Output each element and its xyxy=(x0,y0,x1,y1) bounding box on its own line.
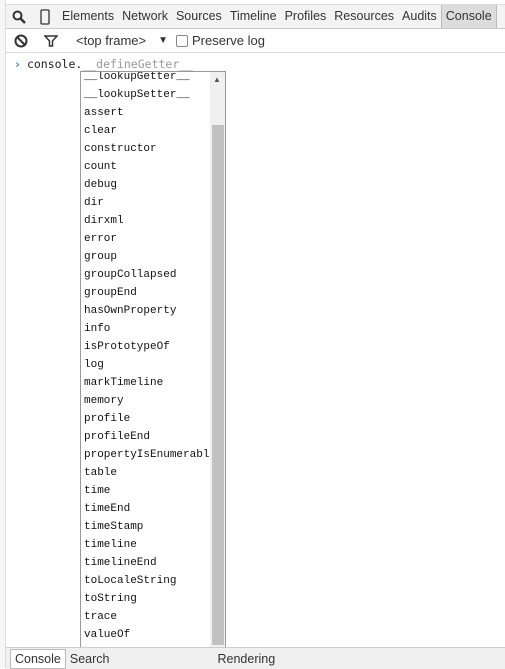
left-edge xyxy=(0,0,6,668)
autocomplete-item[interactable]: assert xyxy=(81,104,225,122)
autocomplete-item[interactable]: debug xyxy=(81,176,225,194)
console-input[interactable]: console. xyxy=(27,57,82,71)
device-mode-icon[interactable] xyxy=(32,8,58,25)
tab-resources[interactable]: Resources xyxy=(330,5,398,28)
autocomplete-suggestion: __defineGetter__ xyxy=(82,57,194,71)
tab-profiles[interactable]: Profiles xyxy=(281,5,331,28)
autocomplete-item[interactable]: groupCollapsed xyxy=(81,266,225,284)
autocomplete-item[interactable]: error xyxy=(81,230,225,248)
autocomplete-item[interactable]: timeline xyxy=(81,536,225,554)
autocomplete-item[interactable]: timelineEnd xyxy=(81,554,225,572)
tab-network[interactable]: Network xyxy=(118,5,172,28)
autocomplete-item[interactable]: __lookupSetter__ xyxy=(81,86,225,104)
scrollbar[interactable]: ▲ ▼ xyxy=(210,72,225,661)
autocomplete-item[interactable]: group xyxy=(81,248,225,266)
tab-elements[interactable]: Elements xyxy=(58,5,118,28)
scroll-up-icon[interactable]: ▲ xyxy=(213,75,221,84)
prompt-chevron-icon: › xyxy=(14,57,21,71)
autocomplete-item[interactable]: valueOf xyxy=(81,626,225,644)
drawer-tabbar: Console Search Rendering xyxy=(6,647,505,669)
autocomplete-item[interactable]: count xyxy=(81,158,225,176)
autocomplete-item[interactable]: clear xyxy=(81,122,225,140)
autocomplete-item[interactable]: markTimeline xyxy=(81,374,225,392)
search-icon[interactable] xyxy=(6,10,32,24)
autocomplete-popup: __lookupGetter__ __lookupSetter__ assert cl… xyxy=(80,71,226,662)
drawer-tab-search[interactable]: Search xyxy=(66,650,114,668)
autocomplete-item[interactable]: table xyxy=(81,464,225,482)
autocomplete-item[interactable]: hasOwnProperty xyxy=(81,302,225,320)
autocomplete-item[interactable]: propertyIsEnumerable xyxy=(81,446,225,464)
dropdown-arrow-icon[interactable]: ▼ xyxy=(158,35,168,46)
autocomplete-item[interactable]: isPrototypeOf xyxy=(81,338,225,356)
autocomplete-item[interactable]: info xyxy=(81,320,225,338)
drawer-tab-rendering[interactable]: Rendering xyxy=(213,650,279,668)
tab-timeline[interactable]: Timeline xyxy=(226,5,281,28)
autocomplete-item[interactable]: profile xyxy=(81,410,225,428)
preserve-log-checkbox[interactable] xyxy=(176,34,189,47)
drawer-tab-console[interactable]: Console xyxy=(10,648,66,669)
autocomplete-item[interactable]: profileEnd xyxy=(81,428,225,446)
filter-icon[interactable] xyxy=(36,34,66,48)
tab-audits[interactable]: Audits xyxy=(398,5,441,28)
tab-sources[interactable]: Sources xyxy=(172,5,226,28)
autocomplete-item[interactable]: dir xyxy=(81,194,225,212)
autocomplete-item[interactable]: __lookupGetter__ xyxy=(81,72,225,86)
autocomplete-item[interactable]: dirxml xyxy=(81,212,225,230)
scrollbar-thumb[interactable] xyxy=(212,125,224,645)
preserve-log-label: Preserve log xyxy=(192,33,265,48)
autocomplete-item[interactable]: timeEnd xyxy=(81,500,225,518)
autocomplete-item[interactable]: constructor xyxy=(81,140,225,158)
console-prompt[interactable]: › console.__defineGetter__ xyxy=(14,57,193,71)
autocomplete-item[interactable]: log xyxy=(81,356,225,374)
autocomplete-item[interactable]: timeStamp xyxy=(81,518,225,536)
tab-console[interactable]: Console xyxy=(440,5,497,28)
autocomplete-item[interactable]: toLocaleString xyxy=(81,572,225,590)
devtools-tabbar: Elements Network Sources Timeline Profil… xyxy=(6,4,505,29)
autocomplete-item[interactable]: trace xyxy=(81,608,225,626)
clear-console-icon[interactable] xyxy=(6,34,36,48)
console-toolbar: <top frame> ▼ Preserve log xyxy=(6,29,505,53)
autocomplete-item[interactable]: toString xyxy=(81,590,225,608)
frame-selector[interactable]: <top frame> xyxy=(76,33,146,48)
autocomplete-item[interactable]: groupEnd xyxy=(81,284,225,302)
autocomplete-item[interactable]: time xyxy=(81,482,225,500)
autocomplete-item[interactable]: memory xyxy=(81,392,225,410)
